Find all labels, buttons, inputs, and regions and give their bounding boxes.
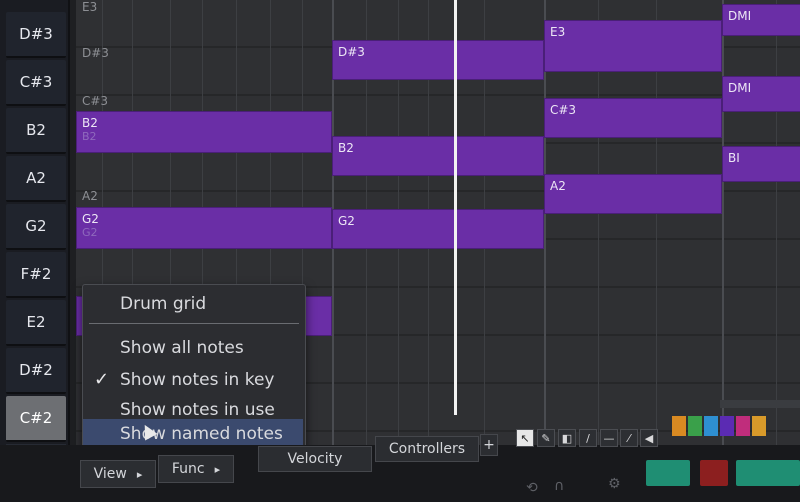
key-cs3[interactable]: C#3 [6, 60, 66, 106]
note-ds3[interactable]: D#3 [332, 40, 544, 80]
knife-icon[interactable]: ⁄ [620, 429, 638, 447]
color-swatch-pink[interactable] [736, 416, 750, 436]
green-action-button[interactable] [646, 460, 690, 486]
green-play-button[interactable] [736, 460, 800, 486]
view-menu: Drum grid Show all notes ✓ Show notes in… [82, 284, 306, 452]
note-b2[interactable]: B2 B2 [76, 111, 332, 153]
color-swatch-purple[interactable] [720, 416, 734, 436]
view-menu-button[interactable]: View ▸ [80, 460, 156, 488]
loop-icon[interactable]: ⟲ [526, 480, 538, 496]
row-label-e3: E3 [82, 0, 98, 14]
pointer-icon[interactable]: ↖ [516, 429, 534, 447]
note-right-1[interactable]: DMI [722, 4, 800, 36]
key-ds3[interactable]: D#3 [6, 12, 66, 58]
menu-item-show-all-notes[interactable]: Show all notes [83, 333, 303, 363]
func-menu-button[interactable]: Func ▸ [158, 455, 234, 483]
record-button[interactable] [700, 460, 728, 486]
brush-icon[interactable]: / [579, 429, 597, 447]
menu-item-show-notes-in-key[interactable]: Show notes in key [83, 365, 303, 395]
menu-separator [89, 323, 299, 324]
row-label-ds3: D#3 [82, 46, 109, 60]
note-e3[interactable]: E3 [544, 20, 722, 72]
note-b2-second[interactable]: B2 [332, 136, 544, 176]
key-b2[interactable]: B2 [6, 108, 66, 154]
func-arrow-icon: ▸ [214, 462, 221, 476]
horizontal-scrollbar[interactable] [720, 400, 800, 408]
row-label-cs3: C#3 [82, 94, 109, 108]
piano-keyboard: D#3 C#3 B2 A2 G2 F#2 E2 D#2 C#2 ▼ [0, 0, 70, 480]
add-tab-button[interactable]: + [480, 434, 498, 456]
note-right-3[interactable]: BI [722, 146, 800, 182]
line-icon[interactable]: — [600, 429, 618, 447]
color-swatch-yellow[interactable] [752, 416, 766, 436]
key-g2[interactable]: G2 [6, 204, 66, 250]
color-swatch-green[interactable] [688, 416, 702, 436]
menu-item-drum-grid[interactable]: Drum grid [83, 289, 303, 319]
color-swatch-orange[interactable] [672, 416, 686, 436]
key-fs2[interactable]: F#2 [6, 252, 66, 298]
view-arrow-icon: ▸ [136, 467, 143, 481]
key-cs2[interactable]: C#2 [6, 396, 66, 442]
eraser-icon[interactable]: ◧ [558, 429, 576, 447]
playhead[interactable] [454, 0, 457, 415]
note-g2-second[interactable]: G2 [332, 209, 544, 249]
view-label: View [93, 466, 127, 482]
func-label: Func [171, 461, 205, 477]
note-g2[interactable]: G2 G2 [76, 207, 332, 249]
key-e2[interactable]: E2 [6, 300, 66, 346]
row-label-a2: A2 [82, 189, 98, 203]
magnet-icon[interactable]: ∩ [554, 478, 564, 494]
speaker-icon[interactable]: ◀ [640, 429, 658, 447]
note-a2[interactable]: A2 [544, 174, 722, 214]
tab-velocity[interactable]: Velocity [258, 446, 372, 472]
pencil-icon[interactable]: ✎ [537, 429, 555, 447]
settings-icon[interactable]: ⚙ [608, 476, 621, 492]
key-a2[interactable]: A2 [6, 156, 66, 202]
note-right-2[interactable]: DMI [722, 76, 800, 112]
note-cs3[interactable]: C#3 [544, 98, 722, 138]
tab-controllers[interactable]: Controllers [375, 436, 479, 462]
key-ds2[interactable]: D#2 [6, 348, 66, 394]
color-swatch-blue[interactable] [704, 416, 718, 436]
